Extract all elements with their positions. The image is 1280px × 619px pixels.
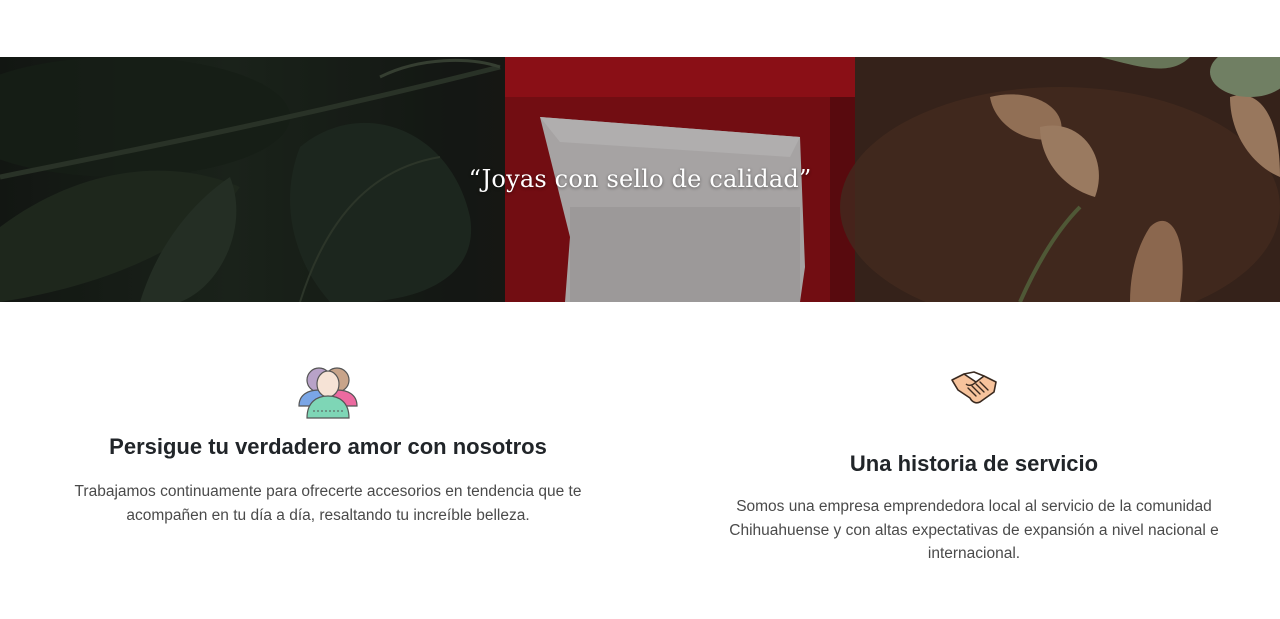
feature-service: Una historia de servicio Somos una empre… bbox=[716, 368, 1232, 566]
feature-title: Una historia de servicio bbox=[849, 451, 1099, 476]
hero-banner: “Joyas con sello de calidad” bbox=[0, 57, 1280, 302]
users-group-icon bbox=[295, 362, 361, 425]
hero-quote: “Joyas con sello de calidad” bbox=[468, 165, 812, 193]
feature-title: Persigue tu verdadero amor con nosotros bbox=[109, 434, 547, 459]
feature-love: Persigue tu verdadero amor con nosotros … bbox=[60, 362, 596, 527]
feature-description: Somos una empresa emprendedora local al … bbox=[729, 498, 1219, 563]
feature-description: Trabajamos continuamente para ofrecerte … bbox=[74, 483, 582, 524]
handshake-icon bbox=[950, 368, 998, 411]
